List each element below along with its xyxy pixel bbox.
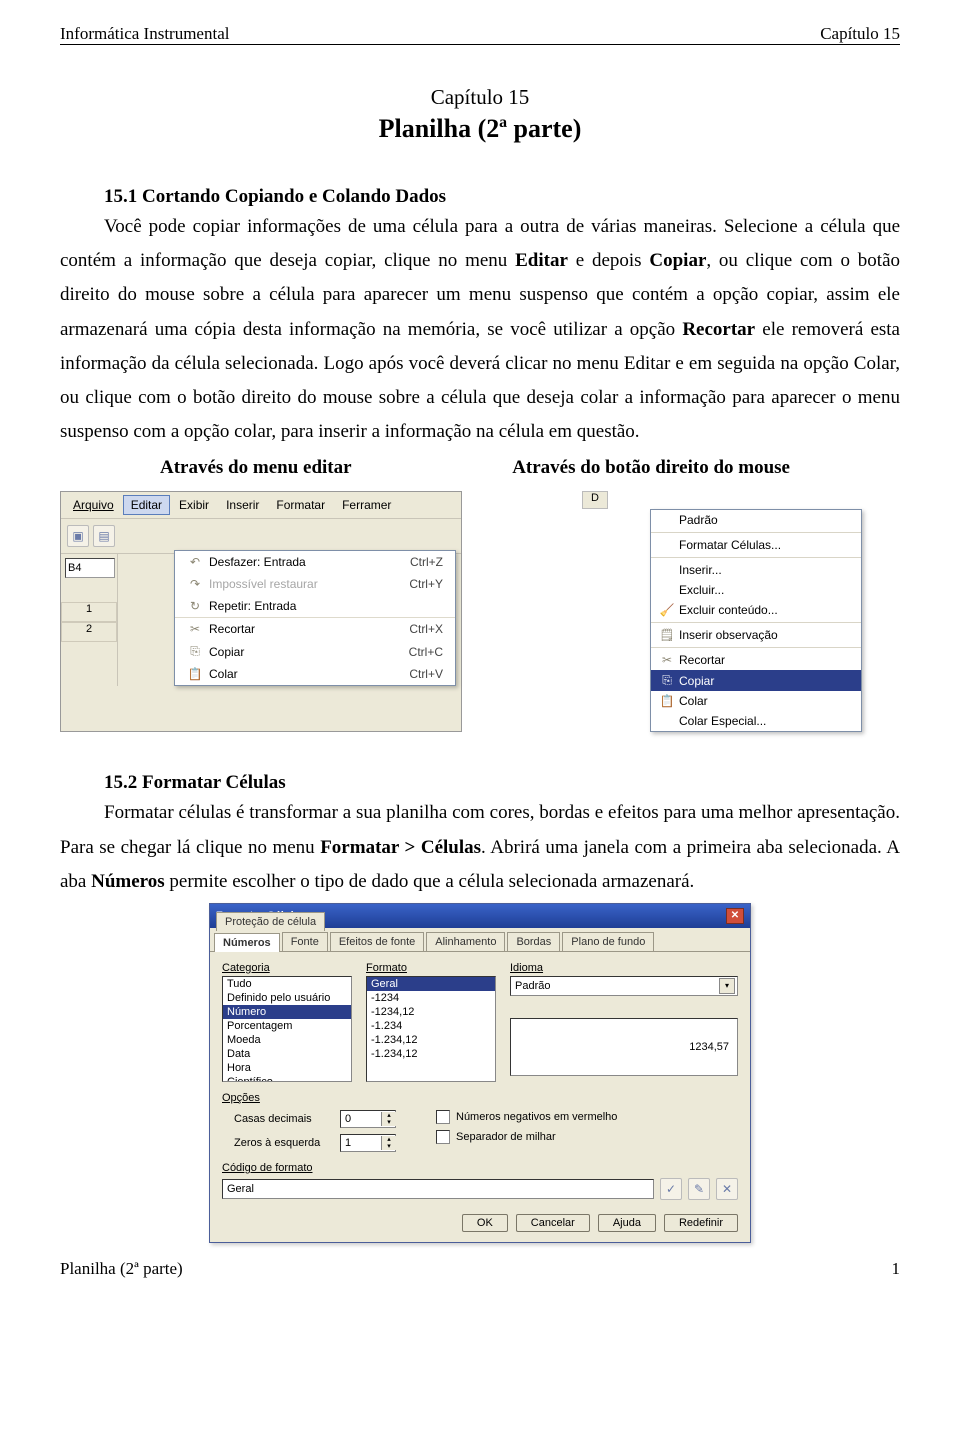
add-format-icon[interactable]: ✓ [660, 1178, 682, 1200]
tab-efeitos[interactable]: Efeitos de fonte [330, 932, 424, 951]
ctx-inserir[interactable]: Inserir... [651, 560, 861, 580]
idioma-label: Idioma [510, 962, 738, 974]
casas-decimais-input[interactable] [341, 1112, 381, 1126]
footer-left: Planilha (2ª parte) [60, 1259, 183, 1279]
figure-label-left: Através do menu editar [160, 457, 352, 479]
cancel-button[interactable]: Cancelar [516, 1214, 590, 1232]
codigo-formato-field[interactable]: Geral [222, 1179, 654, 1199]
edit-format-icon[interactable]: ✎ [688, 1178, 710, 1200]
spin-down-icon[interactable]: ▾ [381, 1143, 396, 1150]
row-number[interactable]: 1 [61, 602, 117, 622]
tab-protecao[interactable]: Proteção de célula [216, 912, 325, 931]
ctx-recortar[interactable]: ✂Recortar [651, 650, 861, 670]
tab-bordas[interactable]: Bordas [507, 932, 560, 951]
close-icon[interactable]: ✕ [726, 908, 744, 924]
zeros-esquerda-label: Zeros à esquerda [234, 1137, 334, 1149]
edit-dropdown: ↶Desfazer: EntradaCtrl+Z ↷Impossível res… [174, 550, 456, 686]
menu-formatar[interactable]: Formatar [268, 495, 333, 515]
formato-label: Formato [366, 962, 496, 974]
header-right: Capítulo 15 [820, 24, 900, 44]
context-menu: Padrão Formatar Células... Inserir... Ex… [650, 509, 862, 732]
section-15-1-head: 15.1 Cortando Copiando e Colando Dados [104, 186, 900, 208]
dialog-tabs: Números Fonte Efeitos de fonte Alinhamen… [210, 928, 750, 952]
menu-editar[interactable]: Editar [123, 495, 170, 515]
cell-reference[interactable]: B4 [65, 558, 115, 578]
format-cells-dialog: Formatar Células ✕ Números Fonte Efeitos… [209, 903, 751, 1243]
menu-repeat[interactable]: ↻Repetir: Entrada [175, 595, 455, 618]
ctx-excluir-conteudo[interactable]: 🧹Excluir conteúdo... [651, 600, 861, 620]
ok-button[interactable]: OK [462, 1214, 508, 1232]
preview-box: 1234,57 [510, 1018, 738, 1076]
menu-copy[interactable]: ⎘CopiarCtrl+C [175, 640, 455, 663]
tab-plano-fundo[interactable]: Plano de fundo [562, 932, 654, 951]
categoria-list[interactable]: Tudo Definido pelo usuário Número Porcen… [222, 976, 352, 1082]
spin-up-icon[interactable]: ▴ [381, 1112, 396, 1119]
menu-exibir[interactable]: Exibir [171, 495, 217, 515]
menu-inserir[interactable]: Inserir [218, 495, 267, 515]
menu-redo: ↷Impossível restaurarCtrl+Y [175, 573, 455, 595]
header-left: Informática Instrumental [60, 24, 229, 44]
spin-up-icon[interactable]: ▴ [381, 1136, 396, 1143]
zeros-esquerda-input[interactable] [341, 1136, 381, 1150]
delete-format-icon[interactable]: ✕ [716, 1178, 738, 1200]
zeros-esquerda-spin[interactable]: ▴▾ [340, 1134, 396, 1152]
edit-menu-figure: Arquivo Editar Exibir Inserir Formatar F… [60, 491, 462, 732]
spin-down-icon[interactable]: ▾ [381, 1119, 396, 1126]
tab-fonte[interactable]: Fonte [282, 932, 328, 951]
ctx-colar[interactable]: 📋Colar [651, 691, 861, 711]
menu-cut[interactable]: ✂RecortarCtrl+X [175, 618, 455, 640]
neg-vermelho-checkbox[interactable] [436, 1110, 450, 1124]
toolbar-icon[interactable]: ▤ [93, 525, 115, 547]
casas-decimais-spin[interactable]: ▴▾ [340, 1110, 396, 1128]
row-number[interactable]: 2 [61, 622, 117, 642]
sep-milhar-label: Separador de milhar [456, 1131, 556, 1143]
figure-label-right: Através do botão direito do mouse [512, 457, 790, 479]
menu-arquivo[interactable]: Arquivo [65, 495, 122, 515]
sep-milhar-checkbox[interactable] [436, 1130, 450, 1144]
neg-vermelho-label: Números negativos em vermelho [456, 1111, 617, 1123]
reset-button[interactable]: Redefinir [664, 1214, 738, 1232]
menubar: Arquivo Editar Exibir Inserir Formatar F… [61, 492, 461, 519]
chevron-down-icon[interactable]: ▾ [719, 978, 735, 994]
casas-decimais-label: Casas decimais [234, 1113, 334, 1125]
categoria-label: Categoria [222, 962, 352, 974]
opcoes-label: Opções [222, 1092, 738, 1104]
section-15-2-head: 15.2 Formatar Células [104, 772, 900, 794]
tab-alinhamento[interactable]: Alinhamento [426, 932, 505, 951]
tab-numeros[interactable]: Números [214, 933, 280, 952]
help-button[interactable]: Ajuda [598, 1214, 656, 1232]
section-15-2-body: Formatar células é transformar a sua pla… [60, 796, 900, 899]
idioma-combo[interactable]: Padrão▾ [510, 976, 738, 996]
formato-list[interactable]: Geral -1234 -1234,12 -1.234 -1.234,12 -1… [366, 976, 496, 1082]
section-15-1-body: Você pode copiar informações de uma célu… [60, 210, 900, 449]
menu-undo[interactable]: ↶Desfazer: EntradaCtrl+Z [175, 551, 455, 573]
footer-page: 1 [892, 1259, 901, 1279]
ctx-copiar[interactable]: ⎘Copiar [651, 670, 861, 691]
menu-paste[interactable]: 📋ColarCtrl+V [175, 663, 455, 685]
ctx-formatar-celulas[interactable]: Formatar Células... [651, 535, 861, 555]
col-header[interactable]: D [582, 491, 608, 509]
chapter-label: Capítulo 15 [60, 85, 900, 110]
menu-ferramentas[interactable]: Ferramer [334, 495, 399, 515]
ctx-padrao[interactable]: Padrão [651, 510, 861, 530]
codigo-formato-label: Código de formato [222, 1162, 738, 1174]
ctx-inserir-observacao[interactable]: 🗒Inserir observação [651, 625, 861, 645]
ctx-colar-especial[interactable]: Colar Especial... [651, 711, 861, 731]
ctx-excluir[interactable]: Excluir... [651, 580, 861, 600]
toolbar-icon[interactable]: ▣ [67, 525, 89, 547]
context-menu-figure: D Padrão Formatar Células... Inserir... … [582, 491, 882, 732]
chapter-title: Planilha (2ª parte) [60, 114, 900, 144]
